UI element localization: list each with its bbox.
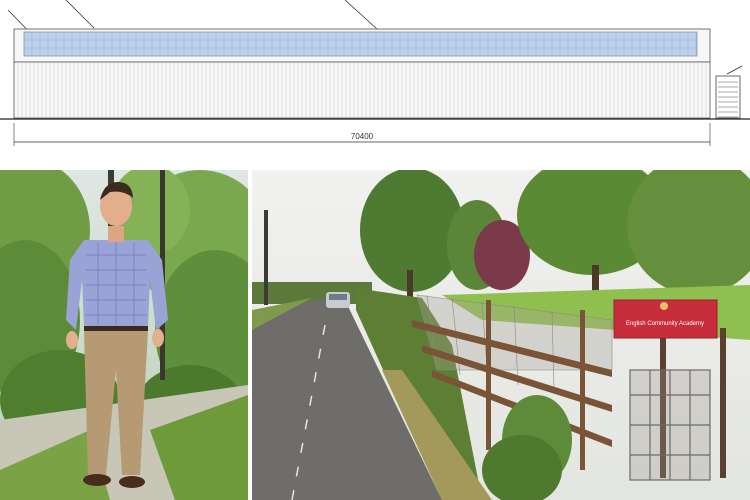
farmer-orchard-photo — [0, 170, 248, 500]
country-road-photo: English Community Academy — [252, 170, 750, 500]
car — [326, 292, 350, 308]
solar-panel-array — [23, 31, 698, 57]
leader-line — [65, 0, 95, 29]
sign-text: English Community Academy — [626, 321, 704, 327]
leader-line — [726, 65, 743, 75]
building-elevation-drawing: 70400 — [0, 0, 750, 168]
gate — [629, 369, 711, 481]
dimension-label: 70400 — [351, 132, 374, 141]
utility-pole — [264, 210, 268, 305]
